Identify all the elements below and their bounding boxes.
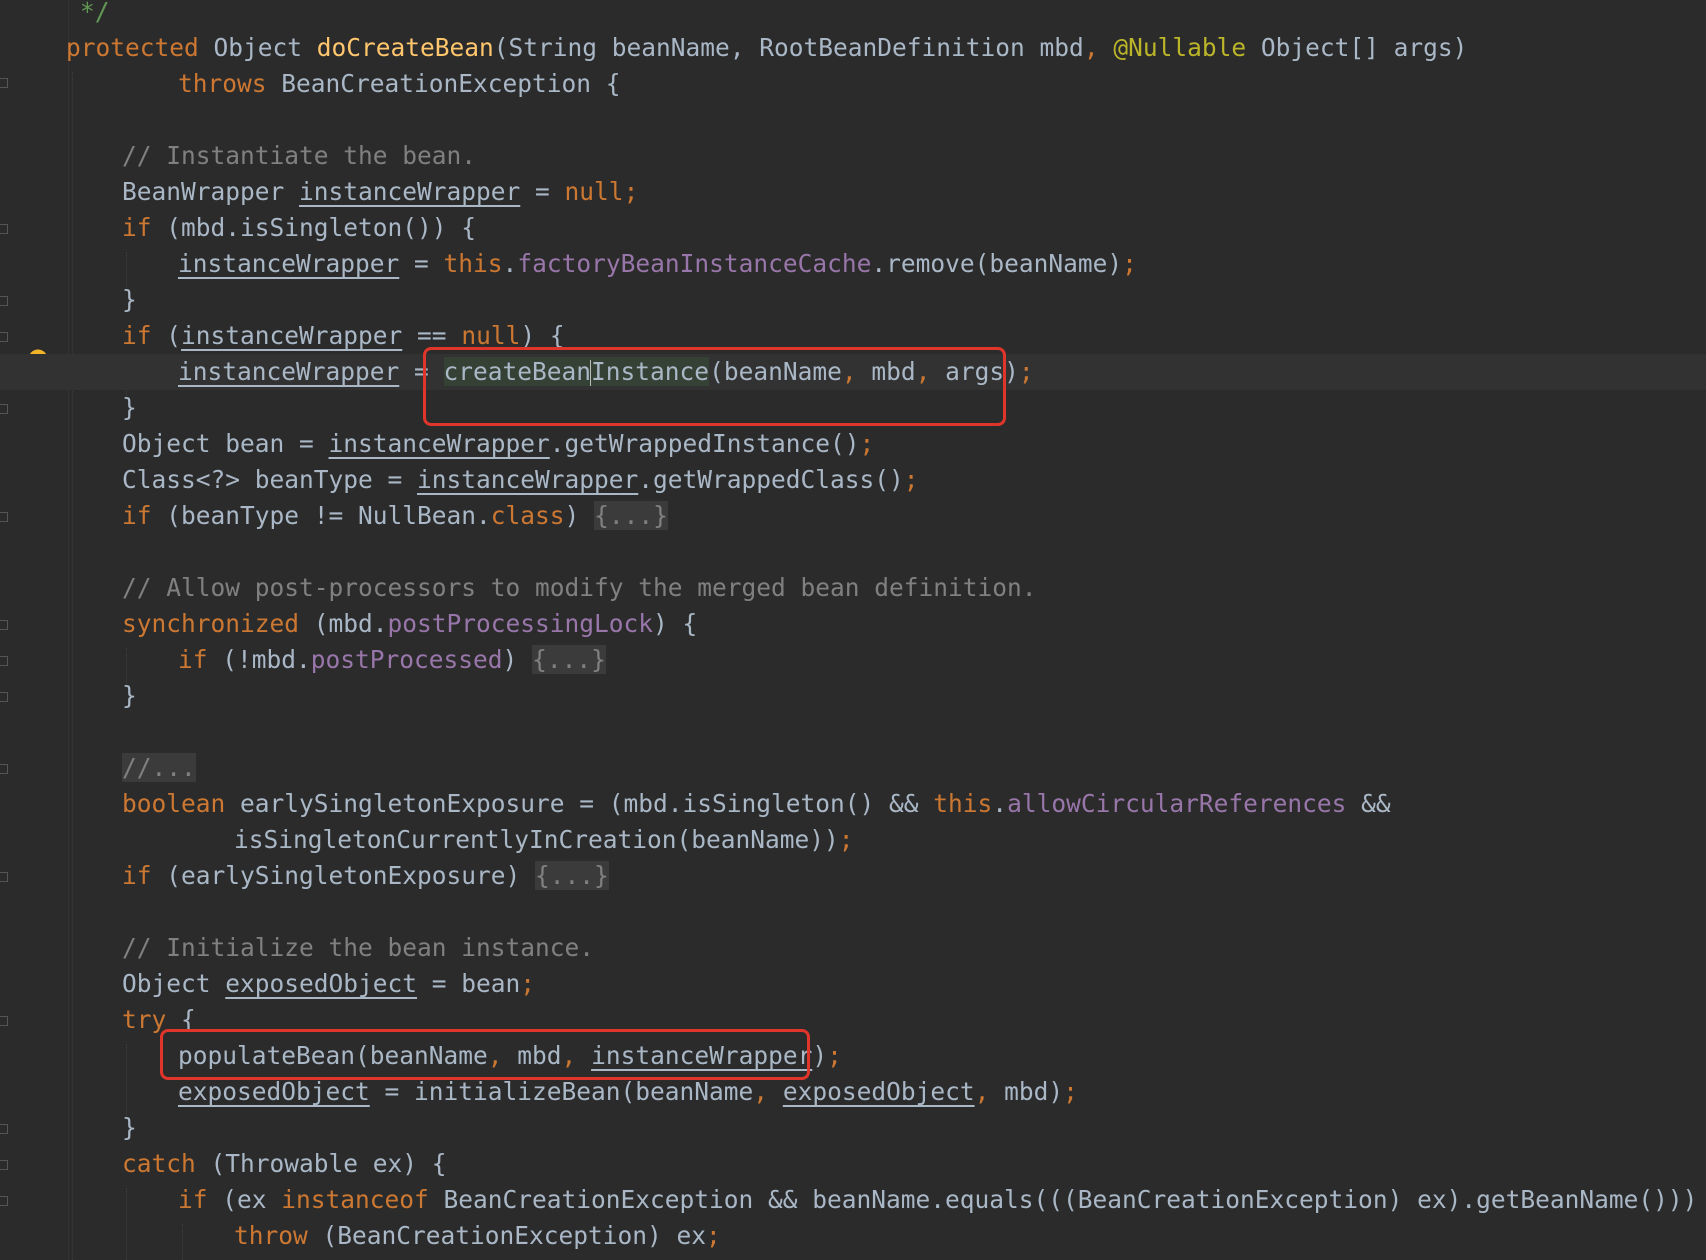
code-line[interactable]: }: [0, 678, 137, 714]
code-line[interactable]: throws BeanCreationException {: [0, 66, 621, 102]
code-line[interactable]: if (!mbd.postProcessed) {...}: [0, 642, 606, 678]
method-name: doCreateBean: [316, 33, 494, 62]
folded-comment[interactable]: //...: [122, 753, 196, 782]
code-area[interactable]: */ protected Object doCreateBean(String …: [0, 0, 1706, 1260]
code-line-current[interactable]: instanceWrapper = createBeanInstance(bea…: [0, 354, 1706, 390]
code-line[interactable]: Class<?> beanType = instanceWrapper.getW…: [0, 462, 919, 498]
code-line[interactable]: // Initialize the bean instance.: [0, 930, 594, 966]
code-comment: // Initialize the bean instance.: [122, 933, 595, 962]
code-line[interactable]: if (beanType != NullBean.class) {...}: [0, 498, 668, 534]
folded-block[interactable]: {...}: [535, 861, 609, 890]
code-line[interactable]: if (instanceWrapper == null) {: [0, 318, 565, 354]
code-line[interactable]: if (earlySingletonExposure) {...}: [0, 858, 609, 894]
code-line[interactable]: exposedObject = initializeBean(beanName,…: [0, 1074, 1078, 1110]
code-line[interactable]: }: [0, 282, 137, 318]
code-line[interactable]: boolean earlySingletonExposure = (mbd.is…: [0, 786, 1391, 822]
code-editor[interactable]: */ protected Object doCreateBean(String …: [0, 0, 1706, 1260]
code-line[interactable]: }: [0, 390, 137, 426]
code-line[interactable]: throw (BeanCreationException) ex;: [0, 1218, 721, 1254]
code-line[interactable]: catch (Throwable ex) {: [0, 1146, 447, 1182]
code-line[interactable]: instanceWrapper = this.factoryBeanInstan…: [0, 246, 1137, 282]
code-comment: // Instantiate the bean.: [122, 141, 477, 170]
code-comment: // Allow post-processors to modify the m…: [122, 573, 1037, 602]
code-line[interactable]: // Allow post-processors to modify the m…: [0, 570, 1037, 606]
annotation: @Nullable: [1113, 33, 1247, 62]
code-line[interactable]: }: [0, 1110, 137, 1146]
code-line[interactable]: if (mbd.isSingleton()) {: [0, 210, 476, 246]
code-line[interactable]: BeanWrapper instanceWrapper = null;: [0, 174, 638, 210]
code-line[interactable]: */: [0, 0, 110, 30]
code-line[interactable]: try {: [0, 1002, 196, 1038]
code-line[interactable]: Object bean = instanceWrapper.getWrapped…: [0, 426, 874, 462]
folded-block[interactable]: {...}: [594, 501, 668, 530]
code-line[interactable]: Object exposedObject = bean;: [0, 966, 535, 1002]
code-line[interactable]: synchronized (mbd.postProcessingLock) {: [0, 606, 697, 642]
code-line[interactable]: if (ex instanceof BeanCreationException …: [0, 1182, 1706, 1218]
folded-block[interactable]: {...}: [532, 645, 606, 674]
code-line[interactable]: // Instantiate the bean.: [0, 138, 476, 174]
code-line[interactable]: populateBean(beanName, mbd, instanceWrap…: [0, 1038, 842, 1074]
code-line[interactable]: protected Object doCreateBean(String bea…: [0, 30, 1467, 66]
code-line[interactable]: isSingletonCurrentlyInCreation(beanName)…: [0, 822, 854, 858]
code-line[interactable]: //...: [0, 750, 196, 786]
